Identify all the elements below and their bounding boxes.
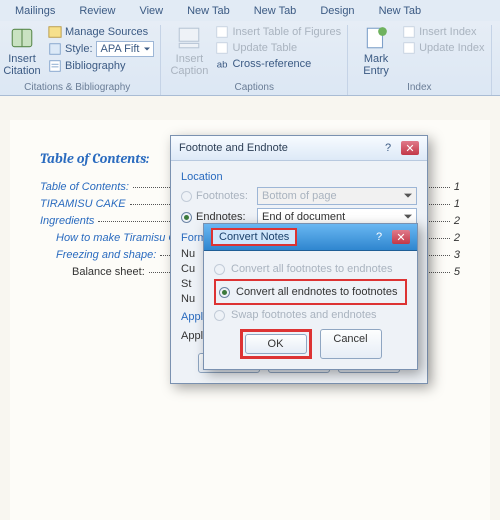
format-label: St <box>181 278 191 290</box>
toc-page: 3 <box>454 249 460 261</box>
insert-citation-button[interactable]: Insert Citation <box>0 25 44 77</box>
toc-page: 2 <box>454 232 460 244</box>
mark-entry-icon <box>363 25 389 51</box>
endnotes-radio[interactable] <box>181 212 192 223</box>
format-label: Cu <box>181 263 195 275</box>
manage-sources-label: Manage Sources <box>65 26 148 38</box>
toc-label: TIRAMISU CAKE <box>40 198 126 210</box>
ribbon-tools: Insert Citation Manage Sources Style:APA… <box>0 21 500 95</box>
toc-page: 2 <box>454 215 460 227</box>
toc-page: 5 <box>454 266 460 278</box>
manage-sources-icon <box>48 25 62 39</box>
caption-icon <box>176 25 202 51</box>
cross-reference-button[interactable]: ab Cross-reference <box>215 57 341 71</box>
group-index: Mark Entry Insert Index Update Index Ind… <box>348 25 491 95</box>
endnotes-label: Endnotes: <box>196 211 246 223</box>
opt-end-to-foot: Convert all endnotes to footnotes <box>219 286 402 298</box>
opt2-label: Convert all endnotes to footnotes <box>236 286 397 298</box>
index-icon <box>402 25 416 39</box>
location-heading: Location <box>181 171 417 183</box>
crossref-label: Cross-reference <box>232 58 311 70</box>
toc-label: Ingredients <box>40 215 94 227</box>
style-label: Style: <box>65 43 93 55</box>
bibliography-button[interactable]: Bibliography <box>48 59 154 73</box>
toc-label: Table of Contents: <box>40 181 129 193</box>
update-icon <box>215 41 229 55</box>
footnotes-label: Footnotes: <box>196 190 248 202</box>
insert-citation-label: Insert Citation <box>0 53 44 77</box>
help-icon[interactable]: ? <box>379 141 397 155</box>
update-index-button[interactable]: Update Index <box>402 41 484 55</box>
svg-text:ab: ab <box>217 60 228 71</box>
opt-foot-to-end: Convert all footnotes to endnotes <box>214 263 407 275</box>
update-tof-label: Update Table <box>232 42 297 54</box>
group-toa: Mark Citation Insert Table Update Table … <box>492 25 500 95</box>
help-icon[interactable]: ? <box>370 230 388 244</box>
tab-mailings[interactable]: Mailings <box>4 0 66 21</box>
mark-entry-button[interactable]: Mark Entry <box>354 25 398 77</box>
footnotes-row: Footnotes: Bottom of page <box>181 187 417 205</box>
style-select[interactable]: APA Fift <box>96 41 155 57</box>
format-label: Nu <box>181 293 195 305</box>
tab-newtab-1[interactable]: New Tab <box>176 0 241 21</box>
insert-index-button[interactable]: Insert Index <box>402 25 484 39</box>
highlight-ok: OK <box>240 329 312 359</box>
manage-sources-button[interactable]: Manage Sources <box>48 25 154 39</box>
group-citations-label: Citations & Bibliography <box>24 82 130 95</box>
tab-design[interactable]: Design <box>309 0 365 21</box>
insert-caption-label: Insert Caption <box>167 53 211 77</box>
highlight-opt2: Convert all endnotes to footnotes <box>214 279 407 305</box>
footnotes-select[interactable]: Bottom of page <box>257 187 417 205</box>
insert-tof-button[interactable]: Insert Table of Figures <box>215 25 341 39</box>
tab-review[interactable]: Review <box>68 0 126 21</box>
dialog-title: Footnote and Endnote <box>179 142 288 154</box>
toc-label: How to make Tiramisu C <box>56 232 176 244</box>
radio-opt2[interactable] <box>219 287 230 298</box>
crossref-icon: ab <box>215 57 229 71</box>
insert-caption-button[interactable]: Insert Caption <box>167 25 211 77</box>
toc-page: 1 <box>454 198 460 210</box>
format-label: Nu <box>181 248 195 260</box>
style-select-row: Style:APA Fift <box>48 41 154 57</box>
ok-button[interactable]: OK <box>245 334 307 354</box>
toc-label: Freezing and shape: <box>56 249 156 261</box>
dialog2-titlebar[interactable]: Convert Notes ? ✕ <box>204 224 417 251</box>
book-icon <box>9 25 35 51</box>
group-index-label: Index <box>407 82 431 95</box>
update-index-icon <box>402 41 416 55</box>
tof-label: Insert Table of Figures <box>232 26 341 38</box>
convert-notes-dialog: Convert Notes ? ✕ Convert all footnotes … <box>203 223 418 370</box>
dialog-titlebar[interactable]: Footnote and Endnote ? ✕ <box>171 136 427 161</box>
group-captions-label: Captions <box>235 82 274 95</box>
ribbon-tabs: Mailings Review View New Tab New Tab Des… <box>0 0 500 21</box>
opt1-label: Convert all footnotes to endnotes <box>231 263 392 275</box>
group-captions: Insert Caption Insert Table of Figures U… <box>161 25 348 95</box>
dialog2-title: Convert Notes <box>211 228 297 246</box>
radio-opt3[interactable] <box>214 310 225 321</box>
toc-label: Balance sheet: <box>72 266 145 278</box>
insert-index-label: Insert Index <box>419 26 476 38</box>
cancel-button[interactable]: Cancel <box>320 329 382 359</box>
update-tof-button[interactable]: Update Table <box>215 41 341 55</box>
close-icon[interactable]: ✕ <box>401 141 419 155</box>
tab-view[interactable]: View <box>128 0 174 21</box>
bibliography-icon <box>48 59 62 73</box>
footnotes-radio[interactable] <box>181 191 192 202</box>
tab-newtab-3[interactable]: New Tab <box>368 0 433 21</box>
tab-newtab-2[interactable]: New Tab <box>243 0 308 21</box>
tof-icon <box>215 25 229 39</box>
bibliography-label: Bibliography <box>65 60 126 72</box>
close-icon[interactable]: ✕ <box>392 230 410 244</box>
group-citations: Insert Citation Manage Sources Style:APA… <box>0 25 161 95</box>
radio-opt1[interactable] <box>214 264 225 275</box>
ribbon: Mailings Review View New Tab New Tab Des… <box>0 0 500 96</box>
mark-entry-label: Mark Entry <box>354 53 398 77</box>
toc-page: 1 <box>454 181 460 193</box>
opt3-label: Swap footnotes and endnotes <box>231 309 377 321</box>
opt-swap: Swap footnotes and endnotes <box>214 309 407 321</box>
update-index-label: Update Index <box>419 42 484 54</box>
style-icon <box>48 42 62 56</box>
